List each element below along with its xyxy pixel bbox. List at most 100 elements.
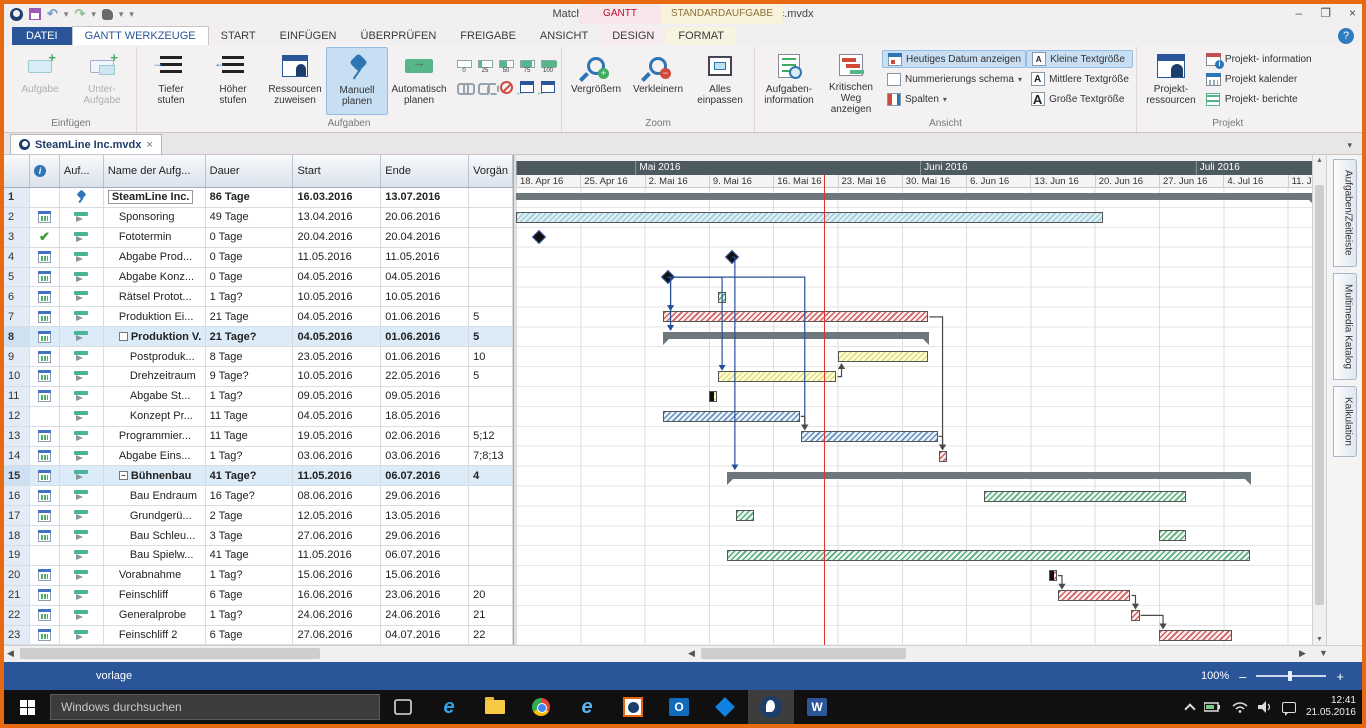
task-bar-21[interactable] bbox=[1058, 590, 1130, 601]
progress-100-button[interactable]: 100 bbox=[538, 53, 558, 75]
ribbon-tab-datei[interactable]: DATEI bbox=[12, 27, 72, 45]
row-number[interactable]: 18 bbox=[4, 526, 30, 545]
row-number[interactable]: 23 bbox=[4, 626, 30, 645]
edge-browser-button[interactable]: e bbox=[426, 690, 472, 724]
task-name-cell[interactable]: Bau Schleu... bbox=[104, 526, 206, 545]
manual-schedule-button[interactable]: Manuell planen bbox=[326, 47, 388, 115]
scroll-up-icon[interactable]: ▲ bbox=[1313, 157, 1326, 164]
table-row-22[interactable]: 22Generalprobe1 Tag?24.06.201624.06.2016… bbox=[4, 606, 513, 626]
file-explorer-button[interactable] bbox=[472, 690, 518, 724]
task-name-cell[interactable]: Vorabnahme bbox=[104, 566, 206, 585]
redo-dropdown-icon[interactable]: ▾ bbox=[91, 9, 96, 20]
side-tab-multimedia-katalog[interactable]: Multimedia Katalog bbox=[1333, 273, 1357, 380]
predecessor-cell[interactable]: 5;12 bbox=[469, 427, 513, 446]
table-row-16[interactable]: 16Bau Endraum16 Tage?08.06.201629.06.201… bbox=[4, 486, 513, 506]
duration-cell[interactable]: 16 Tage? bbox=[206, 486, 294, 505]
progress-50-button[interactable]: 50 bbox=[496, 53, 516, 75]
start-date-cell[interactable]: 12.05.2016 bbox=[293, 506, 381, 525]
table-row-15[interactable]: 15−Bühnenbau41 Tage?11.05.201606.07.2016… bbox=[4, 466, 513, 486]
task-name[interactable]: Bau Spielw... bbox=[130, 549, 194, 561]
end-date-cell[interactable]: 09.05.2016 bbox=[381, 387, 469, 406]
predecessor-cell[interactable] bbox=[469, 486, 513, 505]
task-name[interactable]: Feinschliff 2 bbox=[119, 629, 178, 641]
row-number[interactable]: 9 bbox=[4, 347, 30, 366]
end-date-cell[interactable]: 04.05.2016 bbox=[381, 268, 469, 287]
expander-icon[interactable]: − bbox=[119, 471, 128, 480]
duration-cell[interactable]: 41 Tage? bbox=[206, 466, 294, 485]
show-critical-path-button[interactable]: Kritischen Weg anzeigen bbox=[820, 47, 882, 115]
mindview-running-button[interactable] bbox=[748, 690, 794, 724]
progress-75-button[interactable]: 75 bbox=[517, 53, 537, 75]
chart-scroll-down-icon[interactable]: ▼ bbox=[1319, 648, 1328, 658]
task-name-cell[interactable]: Abgabe St... bbox=[104, 387, 206, 406]
task-name[interactable]: Vorabnahme bbox=[119, 569, 181, 581]
task-name[interactable]: Bau Endraum bbox=[130, 490, 197, 502]
task-name-cell[interactable]: Sponsoring bbox=[104, 208, 206, 227]
end-date-cell[interactable]: 18.05.2016 bbox=[381, 407, 469, 426]
undo-icon[interactable]: ↶ bbox=[47, 6, 58, 22]
chart-vertical-scrollbar[interactable]: ▲ ▼ bbox=[1312, 155, 1326, 645]
close-button[interactable]: × bbox=[1349, 6, 1356, 20]
task-bar-2[interactable] bbox=[516, 212, 1103, 223]
start-date-cell[interactable]: 11.05.2016 bbox=[293, 248, 381, 267]
duration-cell[interactable]: 9 Tage? bbox=[206, 367, 294, 386]
show-today-button[interactable]: Heutiges Datum anzeigen bbox=[882, 50, 1026, 68]
task-bar-22[interactable] bbox=[1131, 610, 1139, 621]
predecessor-cell[interactable]: 5 bbox=[469, 327, 513, 346]
predecessor-cell[interactable]: 5 bbox=[469, 367, 513, 386]
row-number[interactable]: 16 bbox=[4, 486, 30, 505]
ribbon-tab-einf-gen[interactable]: EINFÜGEN bbox=[268, 27, 349, 45]
predecessor-cell[interactable] bbox=[469, 248, 513, 267]
chart-scroll-right-icon[interactable]: ▶ bbox=[1299, 648, 1306, 659]
predecessor-cell[interactable] bbox=[469, 268, 513, 287]
predecessor-cell[interactable] bbox=[469, 566, 513, 585]
predecessor-cell[interactable]: 7;8;13 bbox=[469, 447, 513, 466]
column-header-Dauer[interactable]: Dauer bbox=[206, 155, 294, 187]
predecessor-cell[interactable]: 4 bbox=[469, 466, 513, 485]
start-date-cell[interactable]: 16.03.2016 bbox=[293, 188, 381, 207]
start-date-cell[interactable]: 16.06.2016 bbox=[293, 586, 381, 605]
task-name-cell[interactable]: Postproduk... bbox=[104, 347, 206, 366]
redo-icon[interactable]: ↷ bbox=[74, 6, 85, 22]
table-row-21[interactable]: 21Feinschliff6 Tage16.06.201623.06.20162… bbox=[4, 586, 513, 606]
task-name-cell[interactable]: Feinschliff 2 bbox=[104, 626, 206, 645]
duration-cell[interactable]: 41 Tage bbox=[206, 546, 294, 565]
end-date-cell[interactable]: 20.04.2016 bbox=[381, 228, 469, 247]
task-name[interactable]: Fototermin bbox=[119, 231, 172, 243]
end-date-cell[interactable]: 06.07.2016 bbox=[381, 466, 469, 485]
task-name-cell[interactable]: Abgabe Konz... bbox=[104, 268, 206, 287]
document-close-icon[interactable]: × bbox=[146, 139, 152, 151]
task-name-cell[interactable]: Abgabe Prod... bbox=[104, 248, 206, 267]
task-name-cell[interactable]: Grundgerü... bbox=[104, 506, 206, 525]
speaker-icon[interactable] bbox=[1258, 701, 1272, 713]
text-medium-button[interactable]: AMittlere Textgröße bbox=[1026, 70, 1133, 88]
predecessor-cell[interactable]: 5 bbox=[469, 307, 513, 326]
duration-cell[interactable]: 0 Tage bbox=[206, 248, 294, 267]
duration-cell[interactable]: 0 Tage bbox=[206, 228, 294, 247]
table-row-13[interactable]: 13Programmier...11 Tage19.05.201602.06.2… bbox=[4, 427, 513, 447]
start-date-cell[interactable]: 20.04.2016 bbox=[293, 228, 381, 247]
task-name-cell[interactable]: Fototermin bbox=[104, 228, 206, 247]
tray-expand-icon[interactable] bbox=[1184, 703, 1195, 714]
zoom-in-button[interactable]: Vergrößern bbox=[565, 47, 627, 115]
dropbox-button[interactable] bbox=[702, 690, 748, 724]
task-bar-19[interactable] bbox=[727, 550, 1250, 561]
undo-dropdown-icon[interactable]: ▾ bbox=[64, 9, 69, 20]
project-calendar-button[interactable]: Projekt kalender bbox=[1202, 70, 1316, 88]
task-bar-14[interactable] bbox=[939, 451, 947, 462]
task-name[interactable]: Postproduk... bbox=[130, 351, 195, 363]
word-button[interactable]: W bbox=[794, 690, 840, 724]
row-number[interactable]: 17 bbox=[4, 506, 30, 525]
start-date-cell[interactable]: 19.05.2016 bbox=[293, 427, 381, 446]
end-date-cell[interactable]: 03.06.2016 bbox=[381, 447, 469, 466]
tab-list-dropdown-icon[interactable]: ▾ bbox=[1347, 140, 1352, 151]
task-name-cell[interactable]: Produktion V... bbox=[104, 327, 206, 346]
row-number[interactable]: 12 bbox=[4, 407, 30, 426]
end-date-cell[interactable]: 23.06.2016 bbox=[381, 586, 469, 605]
task-bar-16[interactable] bbox=[984, 491, 1185, 502]
table-row-7[interactable]: 7Produktion Ei...21 Tage04.05.201601.06.… bbox=[4, 307, 513, 327]
touch-dropdown-icon[interactable]: ▾ bbox=[119, 9, 124, 20]
subtask-add-button[interactable]: Unter- Aufgabe bbox=[71, 47, 133, 115]
minimize-button[interactable]: – bbox=[1296, 6, 1303, 20]
duration-cell[interactable]: 0 Tage bbox=[206, 268, 294, 287]
